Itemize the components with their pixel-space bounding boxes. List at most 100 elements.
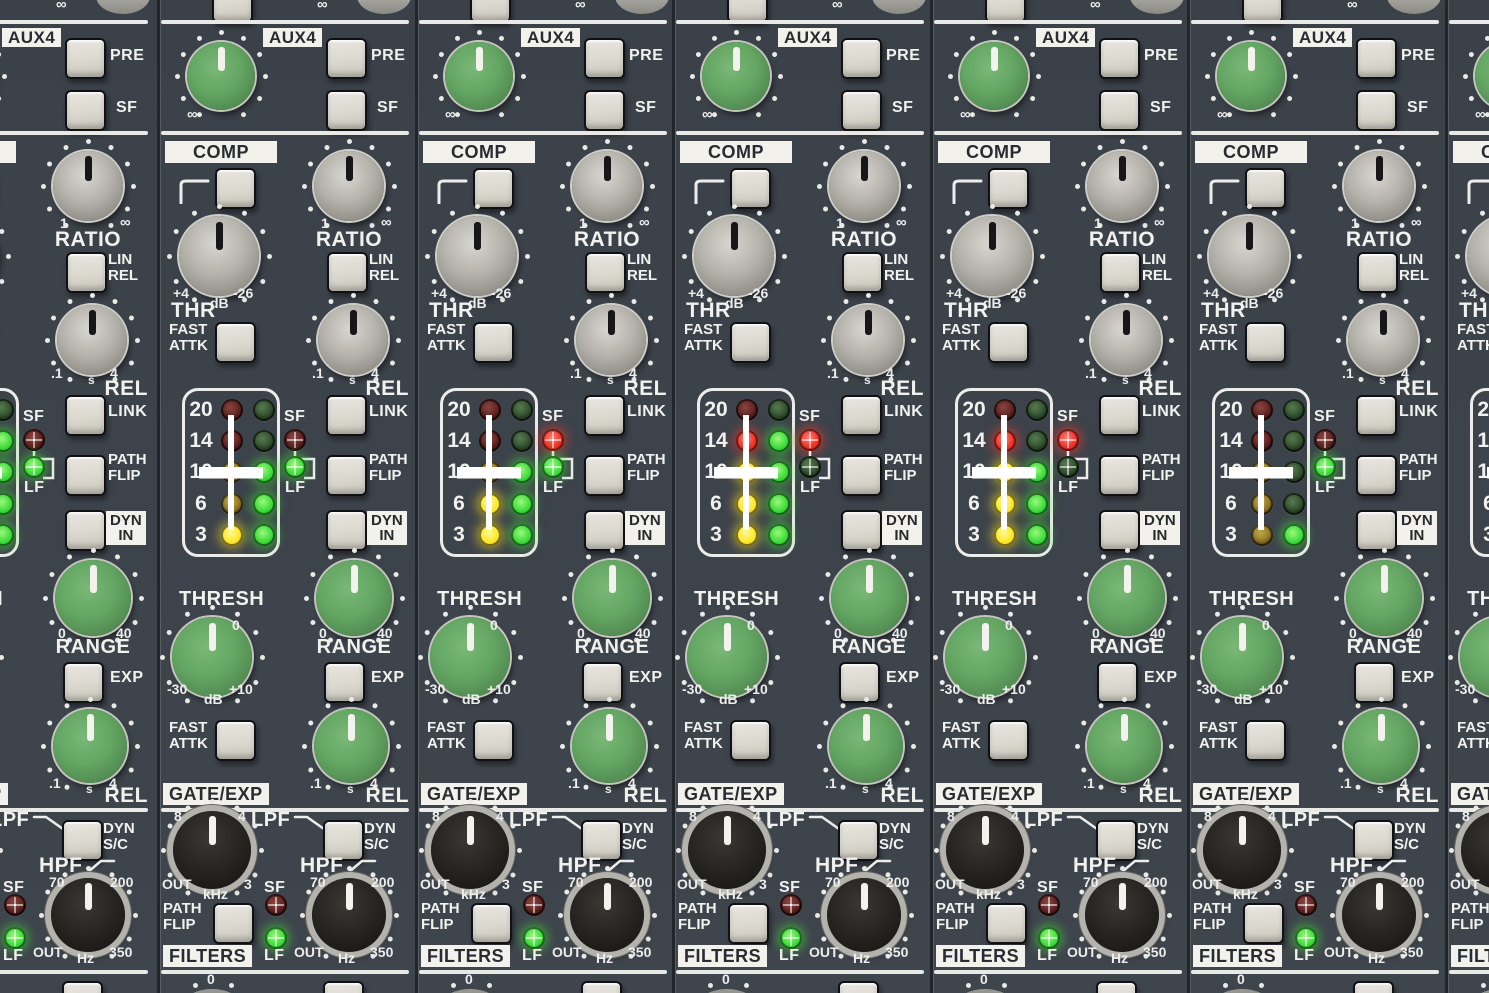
- comp-lin-rel-button[interactable]: [585, 252, 626, 293]
- next-button-partial[interactable]: [1096, 981, 1137, 993]
- gate-fast-attack-button[interactable]: [730, 720, 771, 761]
- aux4-sf-button[interactable]: [1099, 90, 1140, 131]
- aux4-pre-button[interactable]: [1099, 38, 1140, 79]
- aux4-level-knob[interactable]: ∞: [0, 29, 7, 123]
- next-button-partial[interactable]: [62, 981, 103, 993]
- filters-path-flip-button[interactable]: [471, 903, 512, 944]
- lpf-knob[interactable]: 8 4 OUT kHz 3: [418, 798, 522, 902]
- aux4-level-knob[interactable]: ∞: [432, 29, 526, 123]
- gate-range-knob[interactable]: 0 40: [1076, 547, 1178, 649]
- comp-link-button[interactable]: [326, 395, 367, 436]
- gate-fast-attack-button[interactable]: [215, 720, 256, 761]
- gate-fast-attack-button[interactable]: [988, 720, 1029, 761]
- gate-threshold-knob[interactable]: 0 -30 dB +10: [417, 604, 523, 710]
- path-flip-button[interactable]: [326, 455, 367, 496]
- gate-release-knob[interactable]: .1 s 4: [1074, 696, 1174, 796]
- path-flip-button[interactable]: [841, 455, 882, 496]
- comp-fast-attack-button[interactable]: [730, 322, 771, 363]
- path-flip-button[interactable]: [1099, 455, 1140, 496]
- next-knob-partial[interactable]: [1215, 989, 1269, 993]
- gate-range-knob[interactable]: 0 40: [561, 547, 663, 649]
- comp-fast-attack-button[interactable]: [988, 322, 1029, 363]
- filters-path-flip-button[interactable]: [1243, 903, 1284, 944]
- comp-lin-rel-button[interactable]: [66, 252, 107, 293]
- dyn-in-button[interactable]: [65, 510, 106, 551]
- aux4-sf-button[interactable]: [841, 90, 882, 131]
- aux3-knob-partial[interactable]: [357, 0, 411, 14]
- aux3-knob-partial[interactable]: [1387, 0, 1441, 14]
- next-knob-partial[interactable]: [1473, 989, 1489, 993]
- next-knob-partial[interactable]: [443, 989, 497, 993]
- aux4-level-knob[interactable]: ∞: [174, 29, 268, 123]
- next-knob-partial[interactable]: [958, 989, 1012, 993]
- aux4-pre-button[interactable]: [1356, 38, 1397, 79]
- comp-ratio-knob[interactable]: 1 ∞: [40, 138, 136, 234]
- gate-range-knob[interactable]: 0 40: [303, 547, 405, 649]
- next-button-partial[interactable]: [581, 981, 622, 993]
- gate-threshold-knob[interactable]: 0 -30 dB +10: [159, 604, 265, 710]
- comp-release-knob[interactable]: .1 s 4: [563, 292, 659, 388]
- comp-lin-rel-button[interactable]: [1357, 252, 1398, 293]
- filters-path-flip-button[interactable]: [213, 903, 254, 944]
- aux4-pre-button[interactable]: [326, 38, 367, 79]
- dyn-in-button[interactable]: [1099, 510, 1140, 551]
- aux3-knob-partial[interactable]: [96, 0, 150, 14]
- gate-fast-attack-button[interactable]: [473, 720, 514, 761]
- aux3-knob-partial[interactable]: [1130, 0, 1184, 14]
- comp-release-knob[interactable]: .1 s 4: [1078, 292, 1174, 388]
- aux4-level-knob[interactable]: ∞: [947, 29, 1041, 123]
- path-flip-button[interactable]: [584, 455, 625, 496]
- gate-threshold-knob[interactable]: 0 -30 dB +10: [932, 604, 1038, 710]
- gate-range-knob[interactable]: 0 40: [42, 547, 144, 649]
- comp-link-button[interactable]: [65, 395, 106, 436]
- aux4-sf-button[interactable]: [65, 90, 106, 131]
- comp-link-button[interactable]: [841, 395, 882, 436]
- aux4-level-knob[interactable]: ∞: [689, 29, 783, 123]
- comp-threshold-knob[interactable]: +4 dB -26: [1196, 203, 1302, 311]
- comp-lin-rel-button[interactable]: [1100, 252, 1141, 293]
- comp-release-knob[interactable]: .1 s 4: [1335, 292, 1431, 388]
- dyn-in-button[interactable]: [1356, 510, 1397, 551]
- comp-fast-attack-button[interactable]: [473, 322, 514, 363]
- next-knob-partial[interactable]: [700, 989, 754, 993]
- aux4-sf-button[interactable]: [584, 90, 625, 131]
- hpf-knob[interactable]: 70 200 OUT Hz 350: [1067, 865, 1172, 966]
- comp-release-knob[interactable]: .1 s 4: [820, 292, 916, 388]
- aux4-pre-button[interactable]: [841, 38, 882, 79]
- comp-threshold-knob[interactable]: +4 dB -26: [1454, 203, 1489, 309]
- gate-threshold-knob[interactable]: 0 -30 dB +10: [1447, 604, 1489, 710]
- gate-fast-attack-button[interactable]: [1245, 720, 1286, 761]
- comp-ratio-knob[interactable]: 1 ∞: [816, 138, 912, 234]
- comp-threshold-knob[interactable]: +4 dB -26: [424, 203, 530, 311]
- dyn-in-button[interactable]: [584, 510, 625, 551]
- hpf-knob[interactable]: 70 200 OUT Hz 350: [33, 865, 138, 966]
- comp-ratio-knob[interactable]: 1 ∞: [1074, 138, 1170, 234]
- filters-path-flip-button[interactable]: [986, 903, 1027, 944]
- dyn-in-button[interactable]: [841, 510, 882, 551]
- comp-ratio-knob[interactable]: 1 ∞: [1331, 138, 1427, 234]
- next-button-partial[interactable]: [1353, 981, 1394, 993]
- lpf-knob[interactable]: 8 4 OUT kHz 3: [675, 798, 779, 902]
- aux4-sf-button[interactable]: [326, 90, 367, 131]
- hpf-knob[interactable]: 70 200 OUT Hz 350: [552, 865, 657, 966]
- comp-lin-rel-button[interactable]: [327, 252, 368, 293]
- gate-threshold-knob[interactable]: 0 -30 dB +10: [0, 604, 4, 710]
- gate-threshold-knob[interactable]: 0 -30 dB +10: [674, 604, 780, 710]
- lpf-knob[interactable]: 8 4 OUT kHz 3: [1448, 798, 1489, 902]
- dyn-in-button[interactable]: [326, 510, 367, 551]
- next-button-partial[interactable]: [323, 981, 364, 993]
- comp-threshold-knob[interactable]: +4 dB -26: [166, 203, 272, 311]
- aux4-sf-button[interactable]: [1356, 90, 1397, 131]
- gate-release-knob[interactable]: .1 s 4: [301, 696, 401, 796]
- comp-ratio-knob[interactable]: 1 ∞: [301, 138, 397, 234]
- gate-release-knob[interactable]: .1 s 4: [1331, 696, 1431, 796]
- aux4-level-knob[interactable]: ∞: [1462, 29, 1489, 123]
- hpf-knob[interactable]: 70 200 OUT Hz 350: [809, 865, 914, 966]
- aux3-knob-partial[interactable]: [872, 0, 926, 14]
- aux4-pre-button[interactable]: [584, 38, 625, 79]
- comp-link-button[interactable]: [1356, 395, 1397, 436]
- gate-range-knob[interactable]: 0 40: [1333, 547, 1435, 649]
- gate-range-knob[interactable]: 0 40: [818, 547, 920, 649]
- comp-fast-attack-button[interactable]: [1245, 322, 1286, 363]
- gate-release-knob[interactable]: .1 s 4: [40, 696, 140, 796]
